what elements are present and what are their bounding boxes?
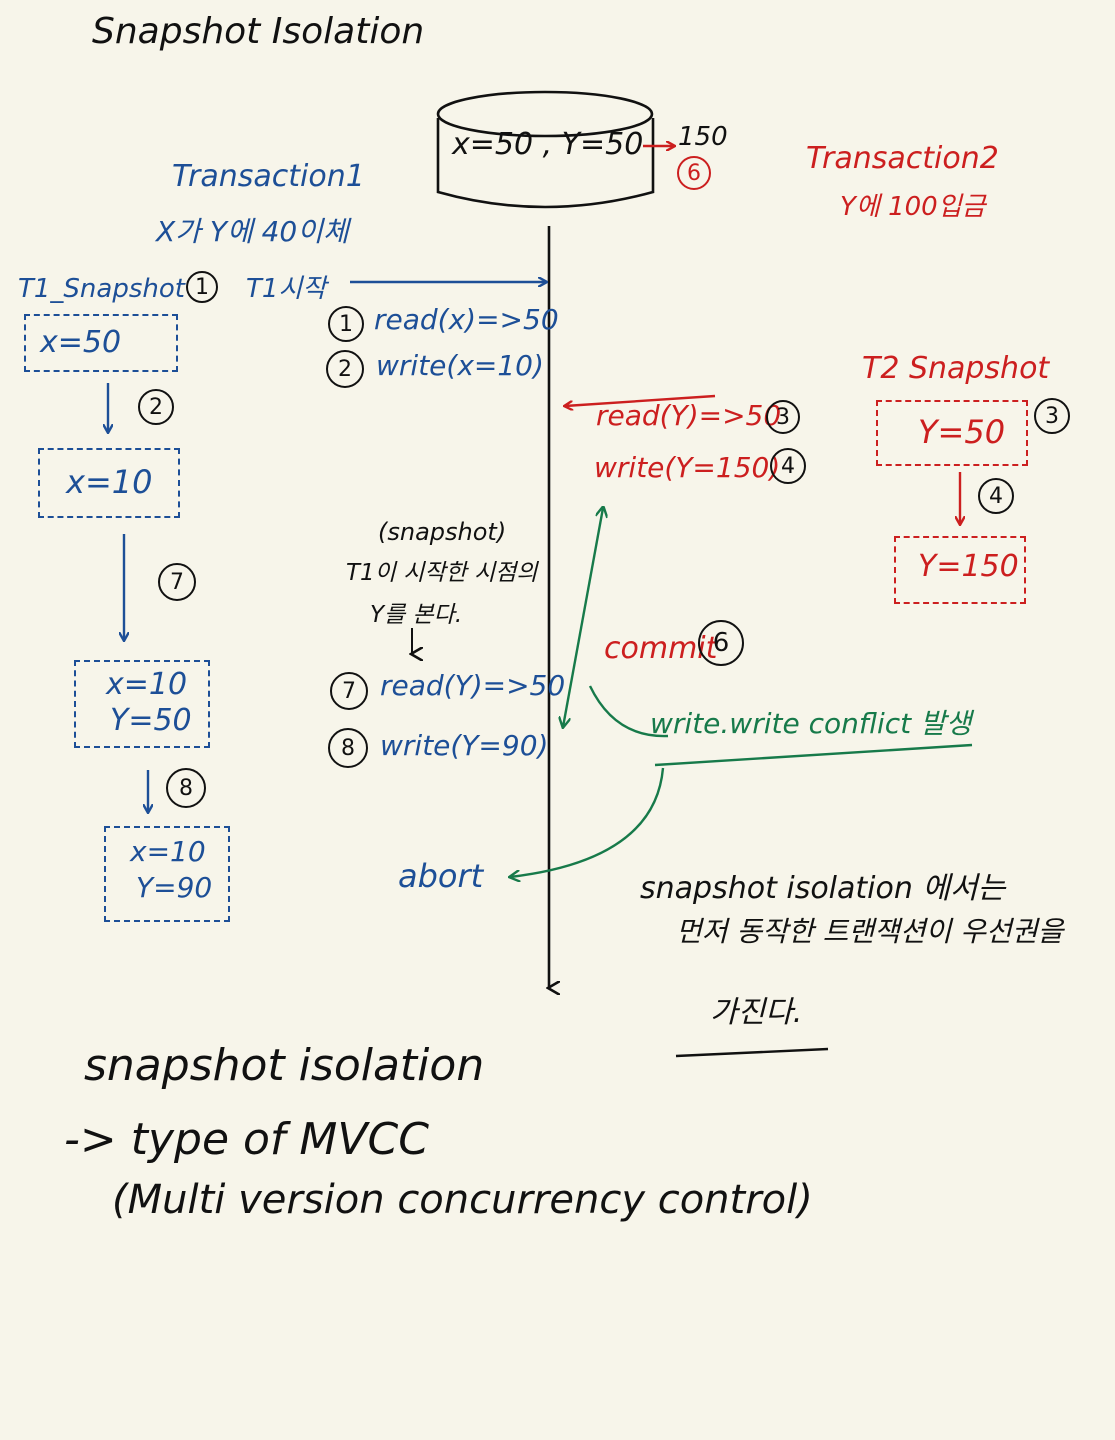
summary-underline — [675, 1047, 829, 1058]
t1-op1-step: 1 — [328, 306, 364, 342]
t2-description: Y에 100입금 — [840, 192, 986, 222]
t2-op3-text: read(Y)=>50 — [596, 399, 782, 432]
footer-line-3: (Multi version concurrency control) — [112, 1177, 813, 1223]
t2-commit-step: 6 — [698, 620, 744, 666]
t1-snapshot-box-4: x=10 Y=90 — [104, 826, 230, 922]
t1-step-2: 2 — [138, 389, 174, 425]
footer-line-1: snapshot isolation — [84, 1040, 485, 1091]
t1-description: X가 Y에 40이체 — [156, 215, 349, 248]
summary-line-1: snapshot isolation 에서는 — [640, 871, 1006, 906]
diagram-canvas: Snapshot Isolation x=50 , Y=50 150 6 Tra… — [0, 0, 1115, 1440]
t1-snapshot-box-2: x=10 — [38, 448, 180, 518]
abort-label: abort — [398, 857, 484, 895]
t2-box1-line1: Y=50 — [918, 413, 1006, 451]
footer-line-2: -> type of MVCC — [64, 1114, 429, 1165]
t1-box1-line1: x=50 — [40, 325, 122, 360]
t1-box2-line1: x=10 — [66, 463, 153, 501]
t1-op8-text: write(Y=90) — [380, 729, 549, 762]
t1-title: Transaction1 — [172, 159, 365, 194]
t1-op2-step: 2 — [326, 350, 364, 388]
db-update-step: 6 — [677, 156, 711, 190]
t1-snapshot-box-3: x=10 Y=50 — [74, 660, 210, 748]
t1-op8-step: 8 — [328, 728, 368, 768]
t1-box4-line1: x=10 — [130, 835, 206, 868]
conflict-label: write.write conflict 발생 — [650, 707, 972, 740]
t1-box4-line2: Y=90 — [136, 871, 213, 904]
db-values: x=50 , Y=50 — [452, 127, 644, 162]
page-title: Snapshot Isolation — [92, 11, 425, 52]
t2-op4-step: 4 — [770, 448, 806, 484]
t1-op7-step: 7 — [330, 672, 368, 710]
t1-box3-line2: Y=50 — [110, 703, 192, 738]
t2-title: Transaction2 — [806, 141, 999, 176]
t2-snapshot-step-4: 4 — [978, 478, 1014, 514]
t1-op2-text: write(x=10) — [376, 349, 544, 382]
t1-snapshot-box-1: x=50 — [24, 314, 178, 372]
t1-step-8: 8 — [166, 768, 206, 808]
t1-op1-text: read(x)=>50 — [374, 303, 559, 336]
t2-snapshot-step-3: 3 — [1034, 398, 1070, 434]
t2-snapshot-box-1: Y=50 — [876, 400, 1028, 466]
note-line-3: Y를 본다. — [370, 602, 463, 628]
t1-box3-line1: x=10 — [106, 667, 188, 702]
note-line-2: T1이 시작한 시점의 — [346, 560, 538, 586]
commit-interval-arrow — [563, 508, 603, 727]
t2-snapshot-box-2: Y=150 — [894, 536, 1026, 604]
abort-arrow — [510, 767, 665, 877]
t2-op4-text: write(Y=150) — [594, 451, 781, 484]
note-line-1: (snapshot) — [378, 518, 507, 546]
t1-step-7: 7 — [158, 563, 196, 601]
t1-op7-text: read(Y)=>50 — [380, 669, 566, 702]
summary-line-3: 가진다. — [710, 995, 803, 1030]
t2-snapshot-label: T2 Snapshot — [862, 351, 1050, 386]
t1-start-label: T1시작 — [246, 274, 327, 304]
t2-op3-step: 3 — [766, 400, 800, 434]
t2-box2-line1: Y=150 — [918, 549, 1019, 584]
summary-line-2: 먼저 동작한 트랜잭션이 우선권을 — [676, 915, 1064, 948]
db-update-value: 150 — [678, 122, 728, 152]
t1-snapshot-step: 1 — [186, 271, 218, 303]
conflict-underline — [654, 743, 973, 767]
t1-snapshot-label: T1_Snapshot — [18, 274, 185, 304]
